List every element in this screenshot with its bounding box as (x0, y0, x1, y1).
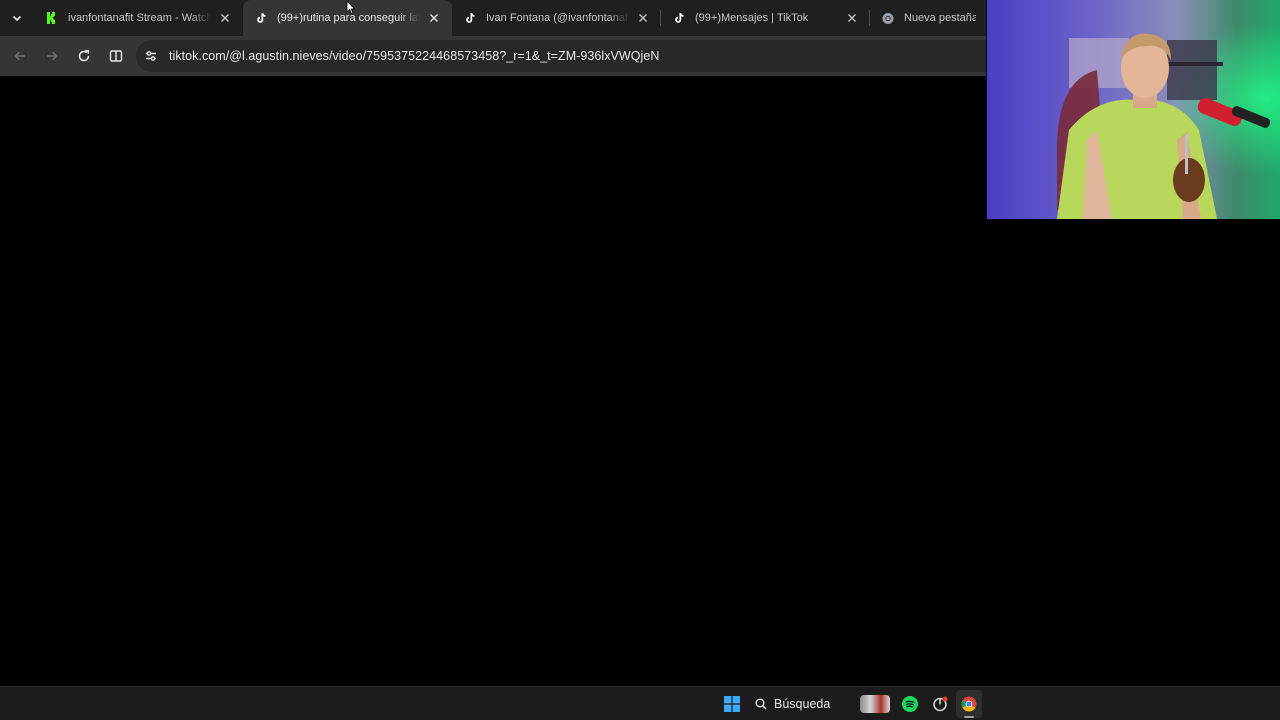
search-icon (755, 698, 767, 710)
taskbar-search[interactable]: Búsqueda (750, 690, 890, 718)
tab-tiktok-profile[interactable]: Ivan Fontana (@ivanfontanafit) es (452, 0, 661, 36)
chevron-down-icon (12, 15, 22, 22)
app-icon (933, 696, 948, 712)
mouse-cursor-icon (346, 0, 356, 15)
tiktok-icon (464, 12, 476, 24)
active-indicator (964, 716, 974, 718)
tab-strip: ivanfontanafit Stream - Watch Live (99+)… (0, 0, 986, 36)
windows-start-icon (724, 696, 740, 712)
tab-title: Nueva pestaña (904, 12, 976, 24)
tab-tiktok-messages[interactable]: (99+)Mensajes | TikTok (661, 0, 870, 36)
site-settings-icon[interactable] (136, 40, 166, 72)
windows-taskbar: Búsqueda (0, 686, 1280, 720)
tiktok-icon (255, 12, 267, 24)
taskbar-app[interactable] (930, 690, 950, 718)
url-text[interactable]: tiktok.com/@l.agustin.nieves/video/75953… (169, 49, 659, 63)
taskbar-chrome[interactable] (956, 690, 982, 718)
spotify-icon (902, 696, 918, 712)
back-button[interactable] (4, 40, 36, 72)
close-tab-icon[interactable] (635, 10, 651, 26)
reload-button[interactable] (68, 40, 100, 72)
close-tab-icon[interactable] (426, 10, 442, 26)
arrow-left-icon (14, 51, 25, 61)
split-view-button[interactable] (100, 40, 132, 72)
taskbar-spotify[interactable] (900, 690, 920, 718)
close-tab-icon[interactable] (217, 10, 233, 26)
close-tab-icon[interactable] (844, 10, 860, 26)
address-bar[interactable]: tiktok.com/@l.agustin.nieves/video/75953… (136, 40, 986, 72)
arrow-right-icon (47, 51, 58, 61)
tab-title: Ivan Fontana (@ivanfontanafit) es (486, 12, 629, 24)
webcam-overlay (986, 0, 1280, 219)
tab-title: (99+)Mensajes | TikTok (695, 12, 809, 24)
chrome-icon (882, 12, 894, 24)
browser-toolbar: tiktok.com/@l.agustin.nieves/video/75953… (0, 36, 986, 76)
kick-icon (46, 12, 58, 24)
start-button[interactable] (722, 690, 742, 718)
webcam-feed (987, 0, 1280, 219)
search-highlight-image (860, 695, 890, 713)
tab-search-button[interactable] (0, 0, 34, 36)
tiktok-icon (673, 12, 685, 24)
forward-button[interactable] (36, 40, 68, 72)
chrome-icon (961, 696, 977, 712)
tab-new-tab[interactable]: Nueva pestaña (870, 0, 986, 36)
search-label: Búsqueda (774, 697, 831, 711)
tab-kick-stream[interactable]: ivanfontanafit Stream - Watch Live (34, 0, 243, 36)
reload-icon (78, 50, 90, 62)
tab-title: ivanfontanafit Stream - Watch Live (68, 12, 211, 24)
split-view-icon (109, 50, 123, 62)
